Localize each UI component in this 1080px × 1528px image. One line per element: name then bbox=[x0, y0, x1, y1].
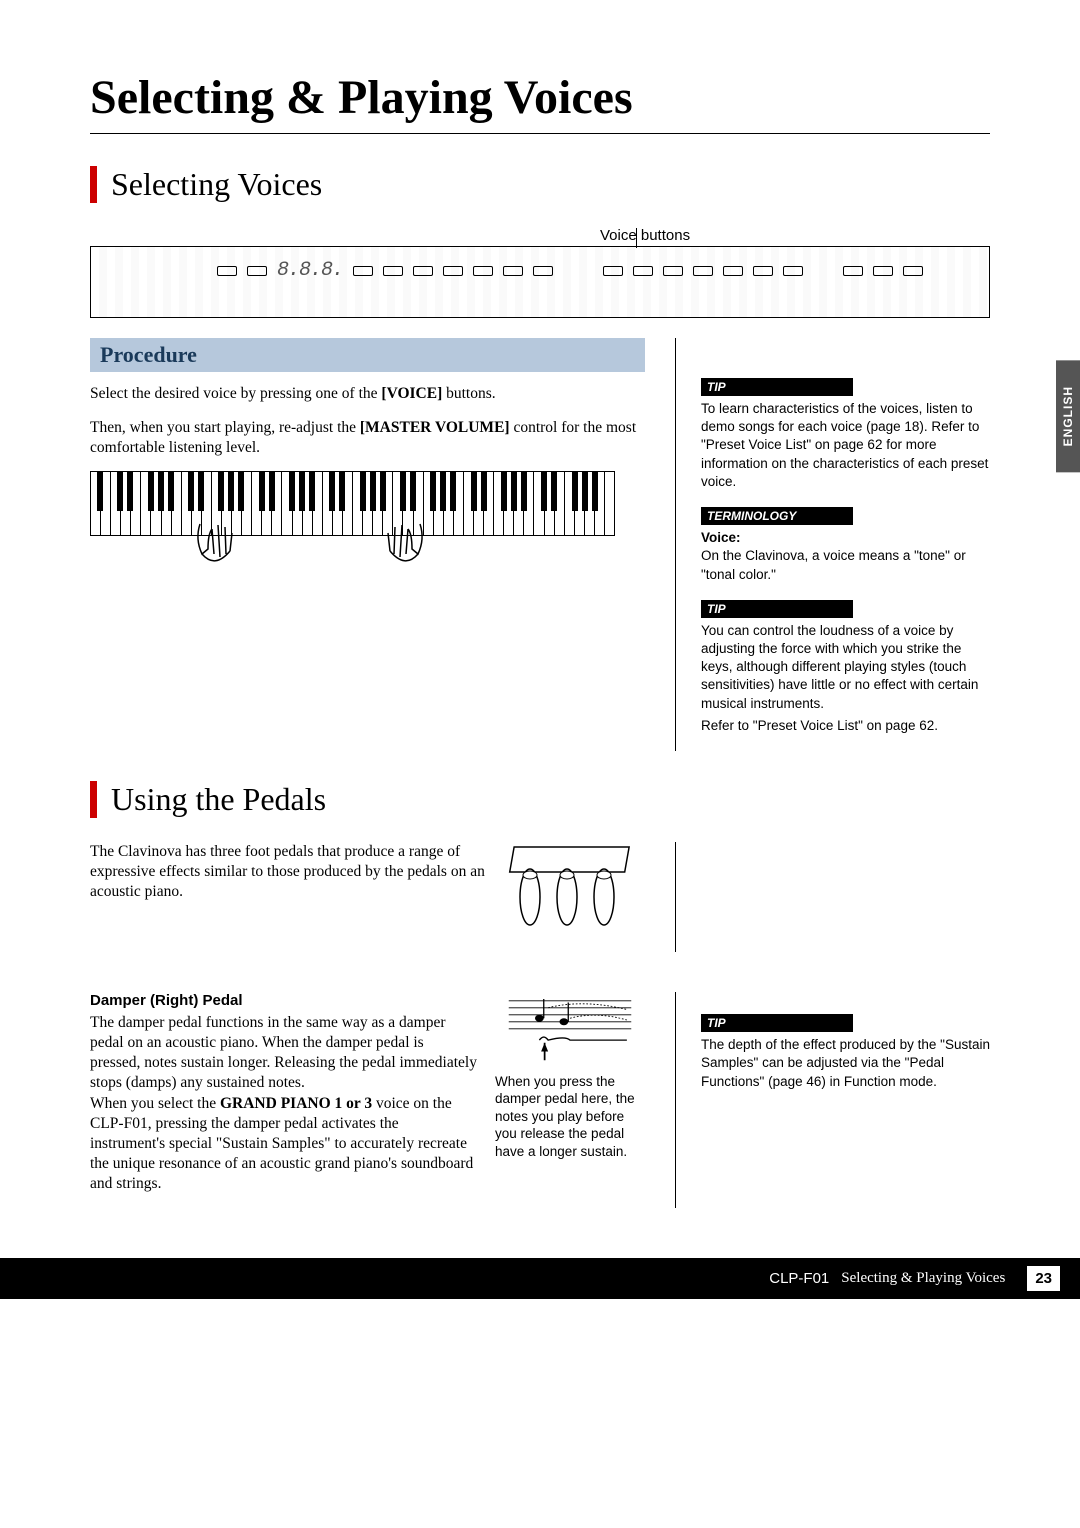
tip-heading: TIP bbox=[701, 378, 853, 396]
section-using-pedals: Using the Pedals bbox=[90, 781, 990, 818]
hand-right-icon bbox=[370, 519, 430, 574]
page-footer: CLP-F01 Selecting & Playing Voices 23 bbox=[0, 1258, 1080, 1299]
damper-text-2: When you select the GRAND PIANO 1 or 3 v… bbox=[90, 1094, 477, 1193]
text: Then, when you start playing, re-adjust … bbox=[90, 419, 360, 436]
text: When you select the bbox=[90, 1095, 220, 1112]
voice-button-ref: [VOICE] bbox=[381, 385, 442, 402]
language-tab: ENGLISH bbox=[1056, 360, 1080, 472]
grand-piano-ref: GRAND PIANO 1 or 3 bbox=[220, 1095, 372, 1112]
tip-heading: TIP bbox=[701, 1014, 853, 1032]
procedure-step-2: Then, when you start playing, re-adjust … bbox=[90, 418, 645, 458]
control-panel-diagram: 8.8.8. bbox=[90, 246, 990, 318]
damper-text-1: The damper pedal functions in the same w… bbox=[90, 1013, 477, 1092]
tip-1-text: To learn characteristics of the voices, … bbox=[701, 400, 990, 491]
damper-notation-block: When you press the damper pedal here, th… bbox=[495, 992, 645, 1207]
tip-heading: TIP bbox=[701, 600, 853, 618]
tip-2-ref: Refer to "Preset Voice List" on page 62. bbox=[701, 717, 990, 735]
voice-buttons-label: Voice buttons bbox=[600, 227, 990, 244]
term-voice-label: Voice: bbox=[701, 530, 741, 545]
procedure-step-1: Select the desired voice by pressing one… bbox=[90, 384, 645, 404]
title-rule bbox=[90, 133, 990, 134]
text: Select the desired voice by pressing one… bbox=[90, 385, 381, 402]
terminology-heading: TERMINOLOGY bbox=[701, 507, 853, 525]
panel-display: 8.8.8. bbox=[277, 259, 343, 282]
text: buttons. bbox=[442, 385, 495, 402]
damper-caption: When you press the damper pedal here, th… bbox=[495, 1073, 645, 1161]
music-staff-icon bbox=[495, 992, 645, 1062]
keyboard-diagram bbox=[90, 471, 615, 571]
hand-left-icon bbox=[190, 519, 250, 574]
tip-3-text: The depth of the effect produced by the … bbox=[701, 1036, 990, 1091]
text: On the Clavinova, a voice means a "tone"… bbox=[701, 548, 966, 581]
pedals-diagram bbox=[505, 842, 645, 952]
procedure-heading: Procedure bbox=[90, 338, 645, 372]
page-title: Selecting & Playing Voices bbox=[90, 70, 990, 125]
tip-2-text: You can control the loudness of a voice … bbox=[701, 622, 990, 713]
damper-pedal-heading: Damper (Right) Pedal bbox=[90, 992, 477, 1009]
pedals-intro-text: The Clavinova has three foot pedals that… bbox=[90, 842, 487, 901]
section-selecting-voices: Selecting Voices bbox=[90, 166, 990, 203]
footer-model: CLP-F01 bbox=[769, 1270, 829, 1287]
footer-title: Selecting & Playing Voices bbox=[841, 1270, 1005, 1287]
terminology-text: Voice: On the Clavinova, a voice means a… bbox=[701, 529, 990, 584]
master-volume-ref: [MASTER VOLUME] bbox=[360, 419, 510, 436]
footer-page-number: 23 bbox=[1027, 1266, 1060, 1291]
